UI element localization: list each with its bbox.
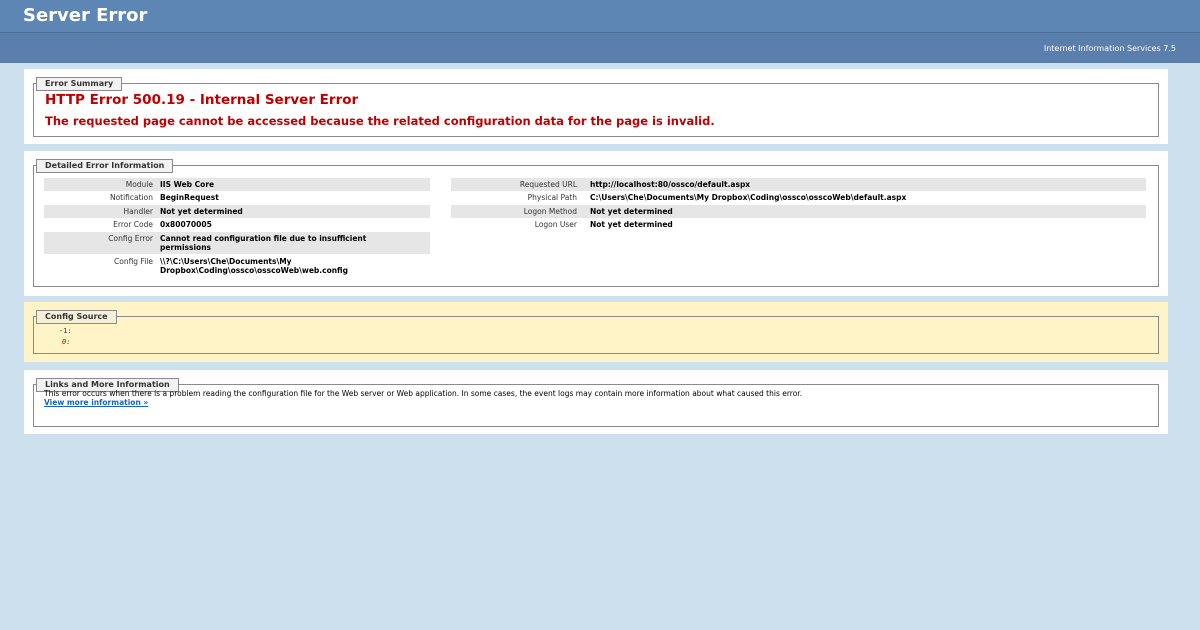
view-more-information-link[interactable]: View more information »: [44, 398, 148, 407]
config-source-legend: Config Source: [36, 310, 117, 324]
detail-value-line: permissions: [160, 243, 211, 252]
detail-value: \\?\C:\Users\Che\Documents\My Dropbox\Co…: [160, 257, 348, 275]
page-title: Server Error: [23, 5, 148, 26]
detailed-error-fieldset: Detailed Error Information Module IIS We…: [33, 159, 1159, 287]
config-source-panel: Config Source -1: 0:: [24, 302, 1168, 362]
detail-label: Logon User: [534, 220, 577, 229]
detail-value-line: Cannot read configuration file due to in…: [160, 234, 367, 243]
detail-label: Handler: [123, 207, 153, 216]
detail-label: Physical Path: [527, 193, 577, 202]
error-summary-panel: Error Summary HTTP Error 500.19 - Intern…: [24, 69, 1168, 144]
detail-value-line: Dropbox\Coding\ossco\osscoWeb\web.config: [160, 266, 348, 275]
detail-value: Not yet determined: [590, 220, 673, 229]
detail-value: Not yet determined: [160, 207, 243, 216]
config-source-line: -1:: [59, 327, 72, 335]
detail-value: BeginRequest: [160, 193, 219, 202]
detail-label: Error Code: [113, 220, 153, 229]
detail-value: 0x80070005: [160, 220, 212, 229]
detail-row-module: Module IIS Web Core: [44, 178, 430, 191]
detail-row-physical-path: Physical Path C:\Users\Che\Documents\My …: [451, 191, 1146, 204]
page-header: Server Error: [0, 0, 1200, 33]
error-title: HTTP Error 500.19 - Internal Server Erro…: [45, 92, 359, 108]
detail-value: Cannot read configuration file due to in…: [160, 234, 366, 252]
detail-row-notification: Notification BeginRequest: [44, 191, 430, 204]
detail-row-logon-user: Logon User Not yet determined: [451, 218, 1146, 231]
links-description: This error occurs when there is a proble…: [44, 389, 803, 398]
links-panel: Links and More Information This error oc…: [24, 370, 1168, 434]
detail-label: Requested URL: [519, 180, 577, 189]
error-description: The requested page cannot be accessed be…: [45, 114, 715, 128]
detail-label: Logon Method: [523, 207, 577, 216]
detail-label: Config File: [114, 257, 153, 266]
server-version: Internet Information Services 7.5: [1043, 44, 1176, 53]
error-summary-fieldset: Error Summary HTTP Error 500.19 - Intern…: [33, 77, 1159, 137]
detailed-error-legend: Detailed Error Information: [36, 159, 174, 173]
detail-label: Notification: [109, 193, 153, 202]
detailed-error-panel: Detailed Error Information Module IIS We…: [24, 151, 1168, 296]
detail-value: Not yet determined: [590, 207, 673, 216]
detail-row-logon-method: Logon Method Not yet determined: [451, 205, 1146, 218]
config-source-line: 0:: [62, 338, 71, 346]
detail-value: IIS Web Core: [160, 180, 215, 189]
detail-row-handler: Handler Not yet determined: [44, 205, 430, 218]
detail-label: Config Error: [108, 234, 153, 243]
detail-row-requested-url: Requested URL http://localhost:80/ossco/…: [451, 178, 1146, 191]
detail-row-config-error: Config Error Cannot read configuration f…: [44, 232, 430, 254]
detail-label: Module: [125, 180, 153, 189]
detail-value: C:\Users\Che\Documents\My Dropbox\Coding…: [590, 193, 907, 202]
sub-header: Internet Information Services 7.5: [0, 33, 1200, 63]
error-summary-legend: Error Summary: [36, 77, 123, 91]
detail-row-config-file: Config File \\?\C:\Users\Che\Documents\M…: [44, 255, 430, 277]
config-source-fieldset: Config Source -1: 0:: [33, 310, 1159, 354]
detail-value-line: \\?\C:\Users\Che\Documents\My: [160, 257, 292, 266]
detail-row-error-code: Error Code 0x80070005: [44, 218, 430, 231]
links-fieldset: Links and More Information This error oc…: [33, 378, 1159, 427]
detail-value: http://localhost:80/ossco/default.aspx: [590, 180, 751, 189]
